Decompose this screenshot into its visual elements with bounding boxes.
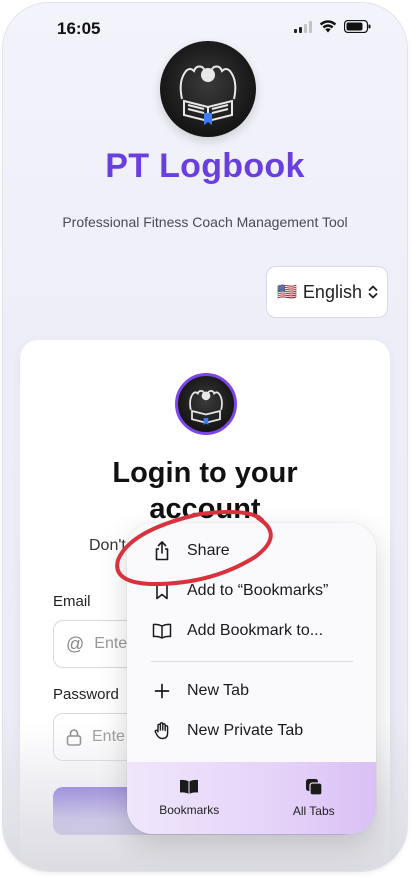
phone-screen: 16:05 PT Logbook Professional Fitness Co… [3,3,407,871]
password-label: Password [53,686,119,703]
app-logo [160,41,256,137]
menu-item-add-to-bookmarks[interactable]: Add to “Bookmarks” [127,571,376,611]
login-heading-line1: Login to your [112,457,298,489]
wifi-icon [319,20,337,33]
login-heading-line2: account [149,493,261,525]
menu-item-new-private-tab[interactable]: New Private Tab [127,711,376,751]
login-heading: Login to your account [20,455,390,527]
menu-item-label: Add to “Bookmarks” [187,582,329,599]
card-logo [175,373,237,435]
language-select[interactable]: 🇺🇸 English [266,266,388,318]
chevron-up-down-icon [368,284,378,300]
tabs-icon [305,779,323,796]
hand-icon [152,721,172,741]
all-tabs-label: All Tabs [292,804,335,818]
menu-separator [151,661,353,662]
menu-bottom-bar: Bookmarks All Tabs [127,762,376,834]
status-time: 16:05 [57,19,101,38]
app-title: PT Logbook [105,147,305,185]
us-flag-icon: 🇺🇸 [277,284,297,301]
at-sign-icon: @ [66,633,85,654]
email-label: Email [53,593,91,610]
book-icon [152,621,172,641]
menu-item-label: Add Bookmark to... [187,622,324,639]
signup-prompt: Don't [89,537,126,554]
email-placeholder: Ente [94,635,128,652]
bookmarks-label: Bookmarks [159,803,220,817]
menu-item-label: Share [187,542,230,559]
lock-icon [66,729,82,746]
cellular-signal-icon [294,20,312,33]
menu-item-share[interactable]: Share [127,531,376,571]
battery-icon [344,20,371,33]
share-icon [152,541,172,561]
menu-item-label: New Tab [187,682,249,699]
plus-icon [152,681,172,701]
bookmark-icon [152,581,172,601]
status-icons [294,20,371,33]
menu-item-label: New Private Tab [187,722,304,739]
book-filled-icon [180,779,199,794]
menu-item-new-tab[interactable]: New Tab [127,671,376,711]
bookmarks-button[interactable]: Bookmarks [127,762,252,834]
language-selected-value: English [302,281,362,302]
all-tabs-button[interactable]: All Tabs [252,762,377,834]
menu-item-add-bookmark-to[interactable]: Add Bookmark to... [127,611,376,651]
browser-context-menu: Share Add to “Bookmarks” Add Bookmark to… [127,523,376,834]
password-placeholder: Ente [92,728,125,745]
app-subtitle: Professional Fitness Coach Management To… [62,214,348,230]
